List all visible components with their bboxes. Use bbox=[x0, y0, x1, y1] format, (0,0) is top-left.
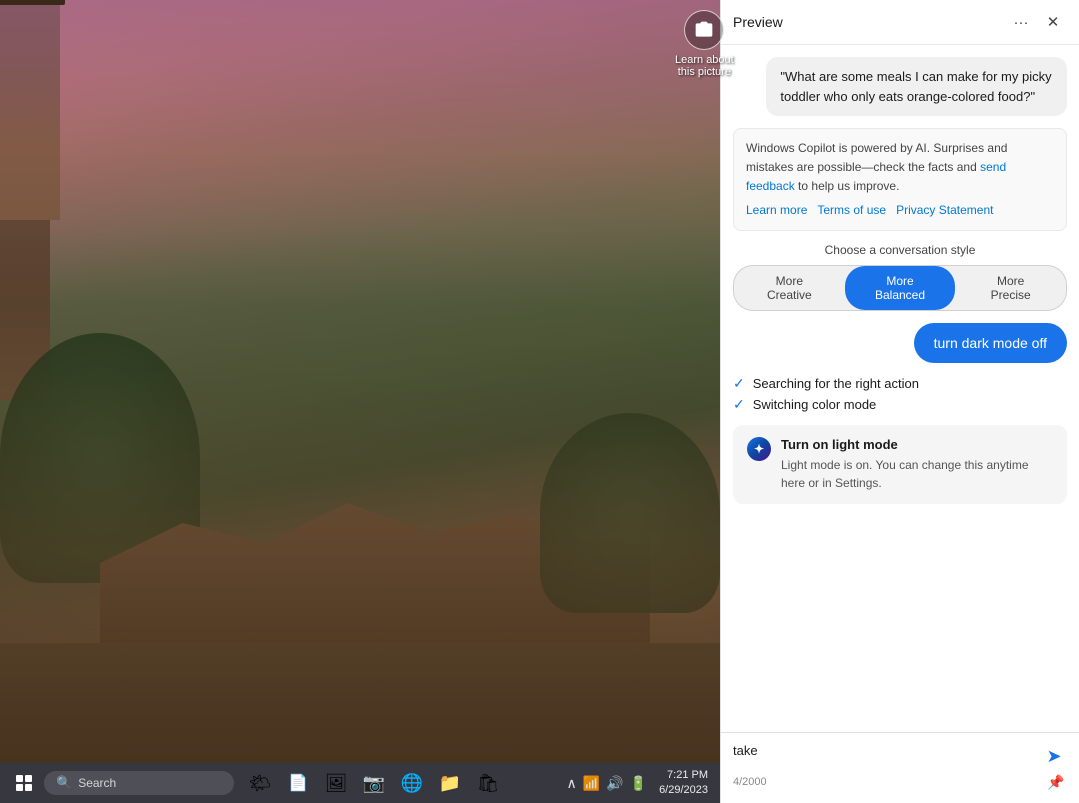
user-message-bubble: "What are some meals I can make for my p… bbox=[766, 57, 1067, 116]
char-count: 4/2000 bbox=[733, 776, 767, 788]
close-button[interactable]: ✕ bbox=[1039, 8, 1067, 36]
checkmark-icon-1: ✓ bbox=[733, 375, 745, 392]
clock-time: 7:21 PM bbox=[667, 768, 708, 783]
more-options-button[interactable]: ··· bbox=[1007, 8, 1035, 36]
wallpaper-label-line2: this picture bbox=[678, 66, 731, 78]
input-area: take ➤ 4/2000 📌 bbox=[721, 732, 1079, 803]
wallpaper-label-line1: Learn about bbox=[675, 54, 734, 66]
status-checks: ✓ Searching for the right action ✓ Switc… bbox=[733, 375, 1067, 413]
copilot-logo-icon: ✦ bbox=[747, 437, 771, 461]
conversation-style-section: Choose a conversation style MoreCreative… bbox=[733, 243, 1067, 311]
header-actions: ··· ✕ bbox=[1007, 8, 1067, 36]
widgets-icon: 🌤 bbox=[249, 773, 272, 794]
ai-disclaimer: Windows Copilot is powered by AI. Surpri… bbox=[733, 128, 1067, 231]
wallpaper-info-button[interactable]: Learn about this picture bbox=[675, 10, 734, 78]
taskbar-app-store[interactable]: 🛍 bbox=[470, 765, 506, 801]
disclaimer-text2: to help us improve. bbox=[798, 179, 899, 193]
chat-input[interactable]: take bbox=[733, 743, 1067, 767]
wifi-icon[interactable]: 📶 bbox=[583, 775, 600, 792]
search-label: Search bbox=[78, 776, 116, 790]
taskbar-app-photos[interactable]: 🖼 bbox=[318, 765, 354, 801]
disclaimer-links: Learn more Terms of use Privacy Statemen… bbox=[746, 201, 1054, 220]
chevron-icon[interactable]: ∧ bbox=[567, 775, 577, 792]
copilot-panel: Preview ··· ✕ "What are some meals I can… bbox=[720, 0, 1079, 803]
terms-of-use-link[interactable]: Terms of use bbox=[817, 201, 886, 220]
light-mode-title: Turn on light mode bbox=[781, 437, 1053, 452]
style-precise-button[interactable]: MorePrecise bbox=[955, 266, 1066, 310]
style-creative-button[interactable]: MoreCreative bbox=[734, 266, 845, 310]
disclaimer-text: Windows Copilot is powered by AI. Surpri… bbox=[746, 141, 1007, 174]
learn-more-link[interactable]: Learn more bbox=[746, 201, 807, 220]
status-check-2: ✓ Switching color mode bbox=[733, 396, 1067, 413]
taskbar: 🔍 Search 🌤 📄 🖼 📷 🌐 📁 🛍 ∧ 📶 🔊 bbox=[0, 763, 720, 803]
speaker-icon[interactable]: 🔊 bbox=[606, 775, 623, 792]
start-button[interactable] bbox=[8, 767, 40, 799]
status-check-text-1: Searching for the right action bbox=[753, 376, 919, 391]
taskbar-app-pdf[interactable]: 📄 bbox=[280, 765, 316, 801]
tray-icons: ∧ 📶 🔊 🔋 bbox=[567, 775, 648, 792]
copilot-title: Preview bbox=[733, 14, 783, 30]
input-box: take ➤ bbox=[733, 743, 1067, 767]
dark-mode-toggle-button[interactable]: turn dark mode off bbox=[914, 323, 1067, 363]
style-balanced-button[interactable]: MoreBalanced bbox=[845, 266, 956, 310]
copilot-header: Preview ··· ✕ bbox=[721, 0, 1079, 45]
style-buttons: MoreCreative MoreBalanced MorePrecise bbox=[733, 265, 1067, 311]
taskbar-app-camera[interactable]: 📷 bbox=[356, 765, 392, 801]
taskbar-app-edge[interactable]: 🌐 bbox=[394, 765, 430, 801]
send-icon: ➤ bbox=[1046, 746, 1061, 767]
search-icon: 🔍 bbox=[56, 775, 72, 791]
user-message-text: "What are some meals I can make for my p… bbox=[780, 69, 1051, 104]
edge-icon: 🌐 bbox=[401, 773, 423, 794]
copilot-logo-symbol: ✦ bbox=[754, 442, 764, 456]
pin-icon: 📌 bbox=[1047, 774, 1064, 791]
clock[interactable]: 7:21 PM 6/29/2023 bbox=[655, 768, 712, 799]
chat-area: "What are some meals I can make for my p… bbox=[721, 45, 1079, 732]
input-footer: 4/2000 📌 bbox=[733, 771, 1067, 793]
system-tray: ∧ 📶 🔊 🔋 7:21 PM 6/29/2023 bbox=[559, 763, 721, 803]
camera-icon bbox=[684, 10, 724, 50]
taskbar-app-widgets[interactable]: 🌤 bbox=[242, 765, 278, 801]
status-check-1: ✓ Searching for the right action bbox=[733, 375, 1067, 392]
send-button[interactable]: ➤ bbox=[1041, 743, 1067, 769]
files-icon: 📁 bbox=[439, 773, 461, 794]
checkmark-icon-2: ✓ bbox=[733, 396, 745, 413]
light-mode-card: ✦ Turn on light mode Light mode is on. Y… bbox=[733, 425, 1067, 504]
camera-app-icon: 📷 bbox=[363, 773, 385, 794]
pdf-icon: 📄 bbox=[288, 773, 308, 793]
light-mode-description: Light mode is on. You can change this an… bbox=[781, 456, 1053, 492]
style-label: Choose a conversation style bbox=[733, 243, 1067, 257]
privacy-statement-link[interactable]: Privacy Statement bbox=[896, 201, 993, 220]
pin-button[interactable]: 📌 bbox=[1045, 771, 1067, 793]
desktop-wallpaper bbox=[0, 0, 720, 763]
status-check-text-2: Switching color mode bbox=[753, 397, 877, 412]
taskbar-apps: 🌤 📄 🖼 📷 🌐 📁 🛍 bbox=[242, 765, 506, 801]
taskbar-search[interactable]: 🔍 Search bbox=[44, 771, 234, 795]
windows-icon bbox=[16, 775, 32, 791]
clock-date: 6/29/2023 bbox=[659, 783, 708, 798]
store-icon: 🛍 bbox=[477, 773, 500, 794]
taskbar-app-files[interactable]: 📁 bbox=[432, 765, 468, 801]
photos-icon: 🖼 bbox=[325, 773, 348, 794]
battery-icon[interactable]: 🔋 bbox=[630, 775, 647, 792]
light-mode-text: Turn on light mode Light mode is on. You… bbox=[781, 437, 1053, 492]
